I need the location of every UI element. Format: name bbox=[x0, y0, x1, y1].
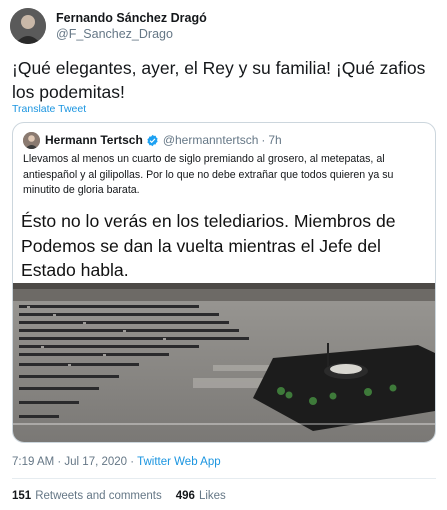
quoted-author-name: Hermann Tertsch bbox=[45, 133, 143, 147]
quoted-tweet[interactable]: Hermann Tertsch @hermanntertsch · 7h Lle… bbox=[12, 122, 436, 443]
retweets-stat[interactable]: 151 Retweets and comments bbox=[12, 490, 162, 502]
quoted-separator: · bbox=[261, 133, 266, 147]
likes-stat[interactable]: 496 Likes bbox=[176, 490, 226, 502]
quoted-author-handle: @hermanntertsch bbox=[162, 133, 259, 147]
tweet-meta: 7:19 AM · Jul 17, 2020 · Twitter Web App bbox=[12, 456, 221, 468]
verified-badge-icon bbox=[147, 134, 158, 146]
quoted-media[interactable]: Ésto no lo verás en los telediarios. Mie… bbox=[13, 201, 435, 442]
retweets-label: Retweets and comments bbox=[35, 490, 162, 502]
stats-divider bbox=[12, 478, 436, 479]
tweet-header: Fernando Sánchez Dragó @F_Sanchez_Drago bbox=[10, 5, 207, 47]
tweet-timestamp[interactable]: 7:19 AM · Jul 17, 2020 · bbox=[12, 456, 137, 468]
likes-label: Likes bbox=[198, 490, 226, 502]
author-avatar[interactable] bbox=[10, 8, 46, 44]
quoted-tweet-text: Llevamos al menos un cuarto de siglo pre… bbox=[23, 153, 394, 196]
quoted-timestamp: 7h bbox=[268, 133, 282, 147]
retweets-count: 151 bbox=[12, 490, 32, 502]
ceremony-photo bbox=[13, 283, 435, 442]
media-caption-text: Ésto no lo verás en los telediarios. Mie… bbox=[13, 201, 435, 283]
tweet-stats: 151 Retweets and comments 496 Likes bbox=[12, 490, 240, 502]
quoted-tweet-header: Hermann Tertsch @hermanntertsch · 7h bbox=[23, 131, 282, 149]
tweet-card: Fernando Sánchez Dragó @F_Sanchez_Drago … bbox=[0, 0, 447, 510]
likes-count: 496 bbox=[175, 490, 195, 502]
author-handle[interactable]: @F_Sanchez_Drago bbox=[56, 26, 207, 42]
author-display-name[interactable]: Fernando Sánchez Dragó bbox=[56, 10, 207, 26]
quoted-author-avatar bbox=[23, 131, 40, 149]
tweet-source-link[interactable]: Twitter Web App bbox=[137, 456, 221, 468]
tweet-text: ¡Qué elegantes, ayer, el Rey y su famili… bbox=[12, 58, 426, 102]
translate-tweet-link[interactable]: Translate Tweet bbox=[12, 103, 86, 115]
